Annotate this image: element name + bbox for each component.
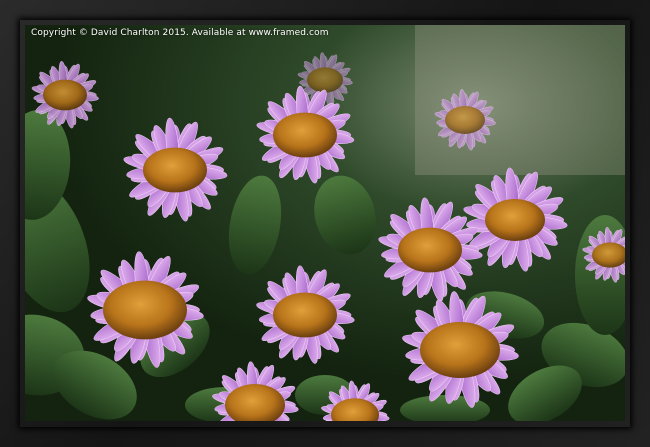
- flower-center: [445, 106, 485, 134]
- flower-center: [43, 79, 87, 111]
- flower-center: [273, 112, 337, 158]
- flower-center: [273, 292, 337, 338]
- flower-center: [307, 67, 343, 93]
- aster-flowers-illustration: [25, 25, 625, 421]
- flower-center: [485, 199, 545, 241]
- copyright-watermark: Copyright © David Charlton 2015. Availab…: [31, 28, 329, 38]
- flower-center: [143, 147, 207, 193]
- flower-photo: Copyright © David Charlton 2015. Availab…: [25, 25, 625, 421]
- flower-center: [103, 280, 187, 340]
- flower-center: [398, 227, 462, 273]
- flower-center: [420, 322, 500, 378]
